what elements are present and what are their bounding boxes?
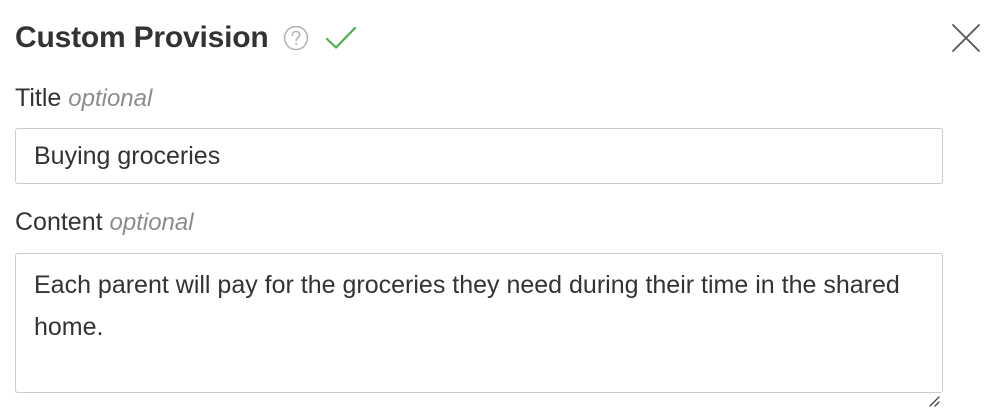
- resize-handle-icon[interactable]: [928, 378, 940, 407]
- title-label-text: Title: [15, 84, 62, 112]
- content-optional-hint: optional: [109, 209, 194, 236]
- title-input-value: Buying groceries: [34, 142, 221, 170]
- title-input[interactable]: Buying groceries: [15, 128, 943, 184]
- title-optional-hint: optional: [68, 85, 153, 112]
- close-icon[interactable]: [950, 22, 982, 54]
- panel-header: Custom Provision: [15, 16, 357, 60]
- help-icon[interactable]: [283, 25, 309, 51]
- content-textarea-value: Each parent will pay for the groceries t…: [34, 271, 900, 341]
- title-field-label: Title optional: [15, 84, 152, 113]
- content-label-text: Content: [15, 208, 103, 236]
- panel-title: Custom Provision: [15, 21, 269, 54]
- checkmark-icon: [325, 25, 357, 51]
- content-textarea[interactable]: Each parent will pay for the groceries t…: [15, 253, 943, 407]
- custom-provision-panel: Custom Provision Title optional Buying g…: [0, 0, 999, 411]
- content-field-label: Content optional: [15, 208, 194, 237]
